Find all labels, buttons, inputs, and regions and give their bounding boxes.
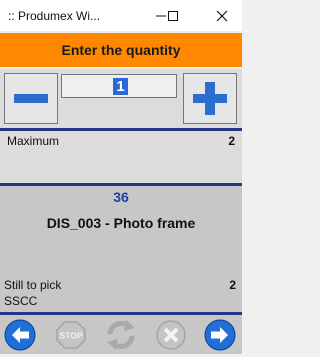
minus-icon [14,94,48,103]
close-window-button[interactable] [205,0,238,31]
quantity-panel: 1 [0,69,242,128]
item-description: DIS_003 - Photo frame [46,215,196,231]
title-bar: :: Produmex Wi... [0,0,242,32]
quantity-input[interactable]: 1 [61,74,177,98]
increase-button[interactable] [183,73,237,124]
window-title: :: Produmex Wi... [8,9,101,23]
sscc-label: SSCC [4,294,38,308]
close-icon [216,10,227,21]
maximum-value: 2 [228,134,235,148]
next-arrow-icon [204,319,236,351]
stop-button[interactable]: STOP [54,318,88,352]
location-code: 36 [113,189,129,205]
cancel-button[interactable] [154,318,188,352]
quantity-value: 1 [113,78,128,95]
still-to-pick-label: Still to pick [4,278,62,292]
maximize-button[interactable] [156,0,189,31]
refresh-icon [107,320,135,350]
item-panel: 36 DIS_003 - Photo frame Still to pick 2… [0,186,242,312]
maximum-label: Maximum [7,134,60,148]
next-button[interactable] [203,318,237,352]
maximize-icon [167,10,178,21]
stop-icon: STOP [56,321,86,349]
refresh-button[interactable] [104,318,138,352]
still-to-pick-value: 2 [229,278,236,292]
back-button[interactable] [3,318,37,352]
bottom-nav: STOP [0,315,242,354]
maximum-row: Maximum 2 [0,131,242,183]
back-arrow-icon [4,319,36,351]
cancel-icon [156,320,186,350]
plus-icon [193,82,227,115]
svg-text:STOP: STOP [60,331,83,341]
screen-header: Enter the quantity [0,33,242,67]
decrease-button[interactable] [4,73,58,124]
